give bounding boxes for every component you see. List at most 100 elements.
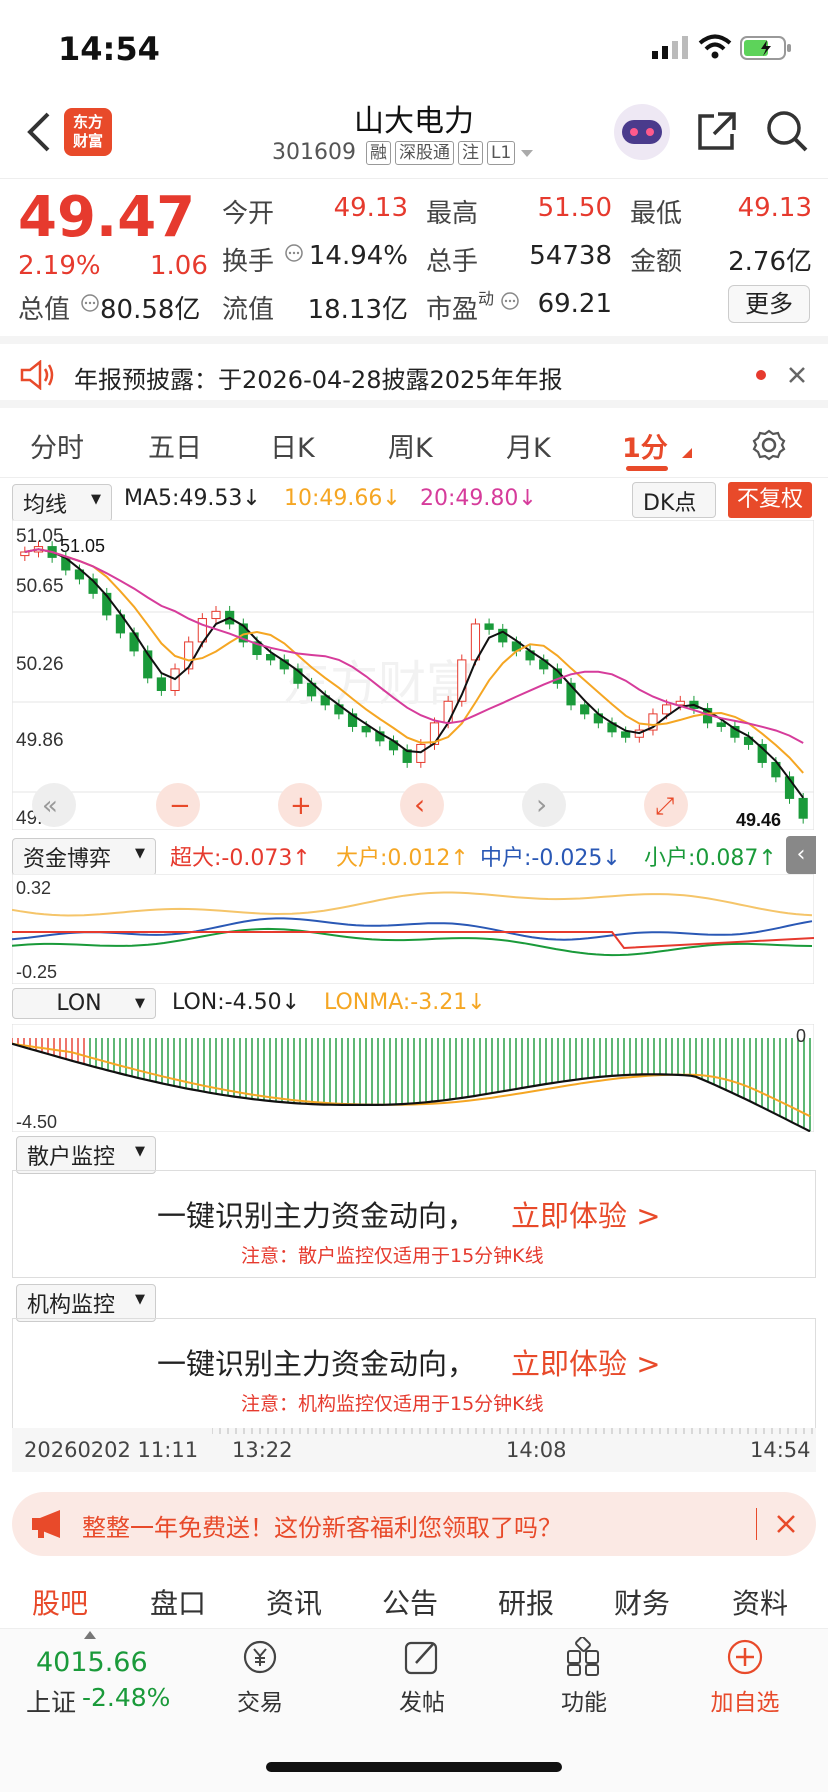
capital-game-chart[interactable]: 0.32 -0.25 bbox=[12, 874, 814, 984]
candle bbox=[266, 654, 276, 661]
ma10-label: 10:49.66↓ bbox=[284, 486, 401, 511]
tab-intraday[interactable]: 分时 bbox=[30, 426, 84, 465]
stock-code-row: 301609 融 深股通 注 L1 bbox=[272, 140, 535, 165]
nav-functions-label: 功能 bbox=[561, 1690, 607, 1716]
y-tick-4: 49.86 bbox=[16, 730, 64, 751]
retail-monitor-dropdown[interactable]: 散户监控 ▼ bbox=[16, 1136, 156, 1174]
amount-value: 2.76亿 bbox=[728, 247, 812, 277]
institution-monitor-label: 机构监控 bbox=[27, 1293, 116, 1318]
ma-dropdown[interactable]: 均线 ▼ bbox=[12, 484, 112, 522]
tab-announcements[interactable]: 公告 bbox=[382, 1582, 438, 1622]
cg-y-top: 0.32 bbox=[16, 878, 51, 898]
nav-post[interactable]: 发帖 bbox=[382, 1637, 462, 1717]
megaphone-icon bbox=[32, 1510, 60, 1538]
total-value: 80.58亿 bbox=[100, 295, 201, 325]
battery-icon bbox=[740, 36, 791, 60]
index-value[interactable]: 4015.66 bbox=[36, 1647, 148, 1678]
candle bbox=[621, 731, 631, 738]
close-icon[interactable] bbox=[776, 1514, 796, 1534]
speaker-icon bbox=[20, 360, 54, 390]
chevron-down-icon: ▼ bbox=[135, 846, 145, 861]
institution-monitor-dropdown[interactable]: 机构监控 ▼ bbox=[16, 1284, 156, 1322]
tab-weekly-k[interactable]: 周K bbox=[388, 426, 433, 465]
low-label: 最低 bbox=[630, 199, 683, 229]
retail-monitor-note: 注意：散户监控仅适用于15分钟K线 bbox=[241, 1245, 544, 1267]
info-icon[interactable] bbox=[500, 291, 520, 311]
nav-functions[interactable]: 功能 bbox=[544, 1636, 624, 1717]
time-end: 14:54 bbox=[750, 1438, 811, 1462]
institution-monitor-card[interactable]: 一键识别主力资金动向， 立即体验 > 注意：机构监控仅适用于15分钟K线 bbox=[12, 1318, 816, 1428]
tab-financials[interactable]: 财务 bbox=[614, 1582, 670, 1622]
lon-chart[interactable]: 0 -4.50 bbox=[12, 1024, 814, 1132]
time-mid-2: 14:08 bbox=[506, 1438, 567, 1462]
capital-game-label: 资金博弈 bbox=[23, 847, 112, 872]
retail-monitor-cta[interactable]: 立即体验 > bbox=[511, 1193, 661, 1235]
lonma-value-label: LONMA:-3.21↓ bbox=[324, 990, 486, 1015]
last-price: 49.47 bbox=[18, 185, 196, 250]
active-tab-indicator bbox=[626, 466, 668, 471]
tab-orderbook[interactable]: 盘口 bbox=[150, 1582, 206, 1622]
info-tabs: 股吧 盘口 资讯 公告 研报 财务 资料 bbox=[0, 1582, 828, 1628]
tab-five-day[interactable]: 五日 bbox=[148, 426, 202, 465]
info-icon[interactable] bbox=[284, 243, 304, 263]
tag-margin: 融 bbox=[365, 140, 391, 165]
ma-dropdown-label: 均线 bbox=[23, 493, 68, 518]
info-icon[interactable] bbox=[80, 293, 100, 313]
change-percent: 2.19% bbox=[18, 251, 101, 281]
nav-add-watchlist[interactable]: 加自选 bbox=[700, 1637, 790, 1717]
tab-news[interactable]: 资讯 bbox=[266, 1582, 322, 1622]
chevron-left-icon: ‹ bbox=[414, 788, 425, 821]
float-value: 18.13亿 bbox=[307, 295, 408, 325]
tab-dropdown-icon[interactable] bbox=[682, 448, 692, 458]
candle bbox=[662, 704, 672, 715]
tag-level: L1 bbox=[486, 140, 516, 165]
tab-guba[interactable]: 股吧 bbox=[32, 1582, 88, 1622]
more-button[interactable]: 更多 bbox=[728, 285, 810, 323]
close-icon[interactable] bbox=[788, 366, 806, 384]
nav-trade[interactable]: 交易 bbox=[220, 1637, 300, 1717]
tag-connect: 深股通 bbox=[394, 140, 454, 165]
float-value-label: 流值 bbox=[222, 295, 275, 325]
no-adjust-button[interactable]: 不复权 bbox=[728, 482, 812, 518]
pe-superscript: 动 bbox=[478, 289, 495, 308]
time-axis-ticks bbox=[212, 1428, 813, 1434]
stock-header: 东方 财富 山大电力 301609 融 深股通 注 L1 bbox=[0, 90, 828, 178]
lon-dropdown-label: LON bbox=[56, 991, 102, 1016]
tab-profile[interactable]: 资料 bbox=[732, 1582, 788, 1622]
promo-banner[interactable]: 整整一年免费送！这份新客福利您领取了吗？ bbox=[12, 1492, 816, 1556]
cg-y-bottom: -0.25 bbox=[16, 962, 57, 982]
ma20-label: 20:49.80↓ bbox=[420, 486, 537, 511]
settings-icon[interactable] bbox=[752, 428, 786, 462]
search-icon[interactable] bbox=[764, 108, 810, 154]
share-icon[interactable] bbox=[696, 110, 738, 152]
volume-label: 总手 bbox=[426, 247, 479, 277]
retail-monitor-title: 一键识别主力资金动向， bbox=[157, 1199, 477, 1233]
collapse-panel-button[interactable]: ‹ bbox=[786, 836, 816, 874]
lon-dropdown[interactable]: LON ▼ bbox=[12, 988, 156, 1019]
capital-game-dropdown[interactable]: 资金博弈 ▼ bbox=[12, 838, 156, 876]
institution-monitor-cta[interactable]: 立即体验 > bbox=[511, 1341, 661, 1383]
assistant-robot-icon[interactable] bbox=[612, 102, 672, 162]
tab-research[interactable]: 研报 bbox=[498, 1582, 554, 1622]
promo-divider bbox=[756, 1508, 757, 1540]
retail-monitor-label: 散户监控 bbox=[27, 1145, 116, 1170]
institution-monitor-note: 注意：机构监控仅适用于15分钟K线 bbox=[241, 1393, 544, 1415]
time-axis[interactable]: 20260202 11:11 13:22 14:08 14:54 bbox=[12, 1428, 816, 1472]
pe-value: 69.21 bbox=[537, 289, 612, 319]
tab-daily-k[interactable]: 日K bbox=[270, 426, 315, 465]
home-indicator bbox=[266, 1762, 562, 1772]
high-label: 最高 bbox=[426, 199, 479, 229]
chevron-down-icon: ▼ bbox=[91, 492, 101, 507]
tab-one-minute[interactable]: 1分 bbox=[622, 426, 668, 465]
retail-monitor-card[interactable]: 一键识别主力资金动向， 立即体验 > 注意：散户监控仅适用于15分钟K线 bbox=[12, 1170, 816, 1278]
tab-monthly-k[interactable]: 月K bbox=[506, 426, 551, 465]
candlestick-chart[interactable]: 东方财富 51.05 50.65 50.26 49.86 49.46 51.05… bbox=[12, 520, 814, 830]
dropdown-triangle-icon[interactable] bbox=[519, 147, 535, 159]
small-label: 小户:0.087↑ bbox=[644, 846, 777, 871]
add-circle-icon bbox=[727, 1639, 763, 1675]
notice-bar[interactable]: 年报预披露：于2026-04-28披露2025年年报 bbox=[0, 336, 828, 408]
clock: 14:54 bbox=[58, 30, 160, 68]
candle bbox=[580, 704, 590, 715]
open-label: 今开 bbox=[222, 199, 275, 229]
dk-point-button[interactable]: DK点 bbox=[632, 482, 716, 518]
